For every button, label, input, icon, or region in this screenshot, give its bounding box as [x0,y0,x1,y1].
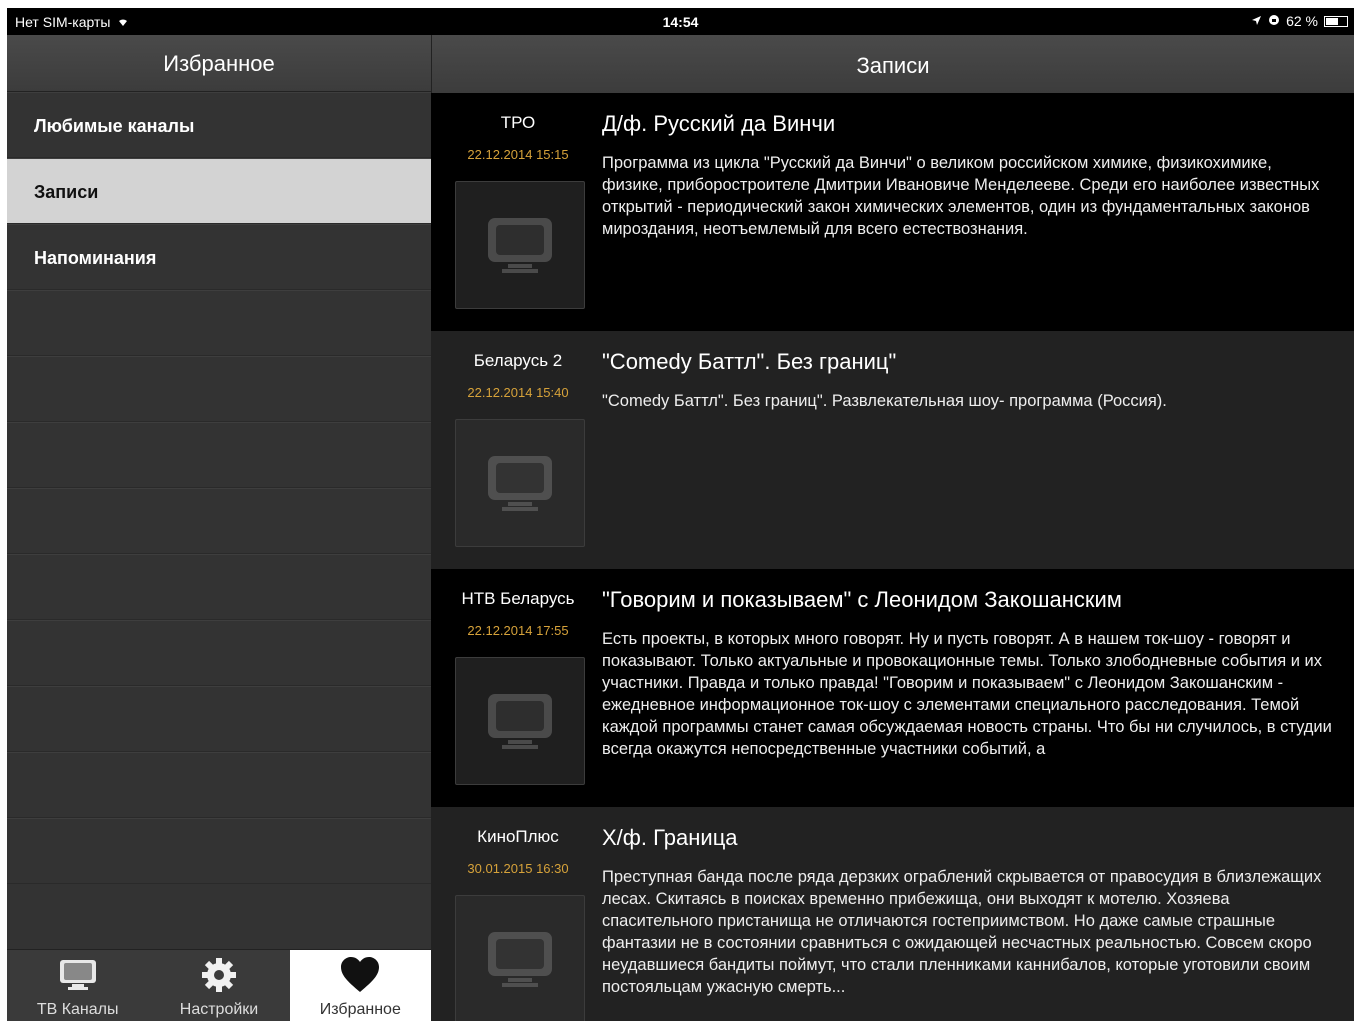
tv-placeholder-thumbnail [455,895,585,1021]
record-datetime: 22.12.2014 17:55 [467,623,569,638]
program-description: "Comedy Баттл". Без границ". Развлекател… [602,392,1167,410]
tab-favorites[interactable]: Избранное [289,950,431,1021]
program-description: Есть проекты, в которых много говорят. Н… [602,630,1332,758]
tv-icon [488,932,552,987]
record-datetime: 22.12.2014 15:15 [467,147,569,162]
rotation-lock-icon [1268,13,1280,29]
tv-icon [488,694,552,749]
tv-placeholder-thumbnail [455,657,585,785]
tv-icon [488,456,552,511]
program-description: Преступная банда после ряда дерзких огра… [602,868,1322,996]
recording-item[interactable]: Беларусь 2 22.12.2014 15:40 "Comedy Батт… [431,331,1354,569]
record-datetime: 30.01.2015 16:30 [467,861,569,876]
channel-name: НТВ Беларусь [461,589,575,608]
program-title: "Comedy Баттл". Без границ" [602,349,897,374]
tab-label: Избранное [319,1001,401,1018]
empty-row [7,686,431,752]
tab-bar: ТВ Каналы Настройки Избранное [7,949,431,1021]
sidebar-item-favorite-channels[interactable]: Любимые каналы [7,92,431,158]
empty-row [7,290,431,356]
tv-placeholder-thumbnail [455,419,585,547]
clock: 14:54 [662,14,699,30]
gear-icon [200,955,238,995]
program-title: Х/ф. Граница [602,825,738,850]
channel-name: ТРО [500,113,536,132]
tab-tv-channels[interactable]: ТВ Каналы [7,950,148,1021]
empty-row [7,818,431,884]
recording-item[interactable]: ТРО 22.12.2014 15:15 Д/ф. Русский да Вин… [431,93,1354,331]
sidebar-title: Избранное [7,35,431,92]
tab-label: Настройки [179,1001,259,1018]
program-description: Программа из цикла "Русский да Винчи" о … [602,154,1320,238]
page-title: Записи [431,35,1354,93]
empty-row [7,422,431,488]
status-bar: Нет SIM-карты 14:54 62 % [7,8,1354,35]
sidebar: Избранное Любимые каналы Записи Напомина… [7,35,431,1021]
recording-item[interactable]: НТВ Беларусь 22.12.2014 17:55 "Говорим и… [431,569,1354,807]
program-title: "Говорим и показываем" с Леонидом Закоша… [602,587,1122,612]
location-icon [1251,13,1262,29]
tv-icon [58,955,98,995]
tab-label: ТВ Каналы [36,1001,119,1018]
channel-name: КиноПлюс [477,827,559,846]
empty-row [7,488,431,554]
program-title: Д/ф. Русский да Винчи [602,111,836,136]
battery-percent: 62 % [1286,13,1318,29]
recordings-panel: Записи ТРО 22.12.2014 15:15 Д/ф. Русский… [431,35,1354,1021]
sidebar-item-recordings[interactable]: Записи [7,158,431,224]
heart-icon [339,955,381,995]
recording-item[interactable]: КиноПлюс 30.01.2015 16:30 Х/ф. Граница П… [431,807,1354,1021]
tab-settings[interactable]: Настройки [148,950,289,1021]
empty-row [7,356,431,422]
empty-row [7,752,431,818]
channel-name: Беларусь 2 [473,351,563,370]
empty-row [7,620,431,686]
tv-placeholder-thumbnail [455,181,585,309]
record-datetime: 22.12.2014 15:40 [467,385,569,400]
sidebar-item-reminders[interactable]: Напоминания [7,224,431,290]
tv-icon [488,218,552,273]
empty-row [7,554,431,620]
battery-icon [1324,15,1348,27]
